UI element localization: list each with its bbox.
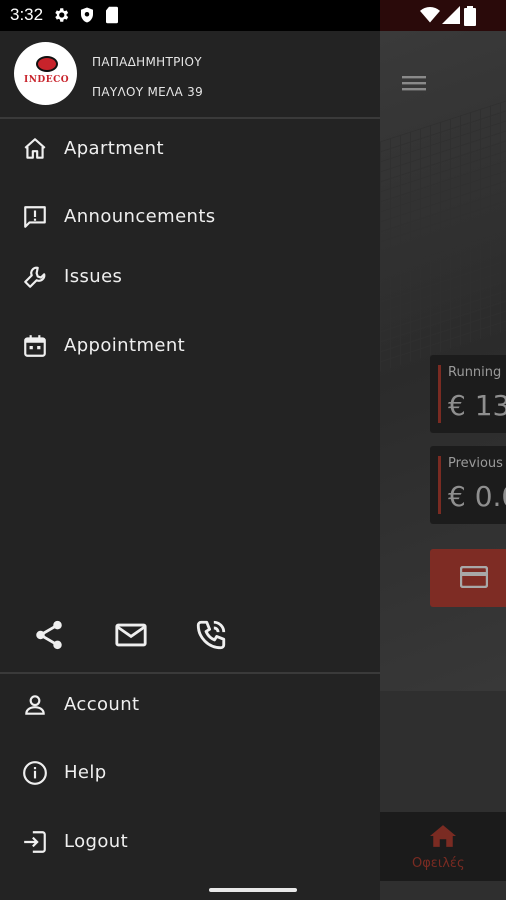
shield-icon (78, 6, 96, 24)
card-value: € 0.0 (448, 480, 506, 513)
share-icon[interactable] (32, 618, 66, 652)
navigation-drawer: INDECO ΠΑΠΑΔΗΜΗΤΡΙΟΥ ΠΑΥΛΟΥ ΜΕΛΑ 39 Apar… (0, 31, 380, 900)
divider (0, 672, 380, 674)
payment-button[interactable] (430, 549, 506, 607)
logo-text: INDECO (24, 75, 70, 85)
menu-icon[interactable] (402, 73, 428, 93)
drawer-header: INDECO ΠΑΠΑΔΗΜΗΤΡΙΟΥ ΠΑΥΛΟΥ ΜΕΛΑ 39 (0, 31, 380, 118)
signal-icon (442, 6, 460, 24)
menu-item-help[interactable]: Help (0, 752, 380, 796)
menu-item-account[interactable]: Account (0, 684, 380, 728)
wrench-icon (22, 264, 48, 290)
wifi-icon (420, 6, 440, 24)
bottom-nav[interactable]: Οφειλές (380, 812, 506, 881)
card-label: Running (448, 365, 502, 380)
menu-item-issues[interactable]: Issues (0, 256, 380, 300)
info-icon (22, 760, 48, 786)
menu-item-appointment[interactable]: Appointment (0, 325, 380, 369)
person-icon (22, 692, 48, 718)
calendar-icon (22, 333, 48, 359)
home-icon (430, 824, 456, 848)
mail-icon[interactable] (114, 618, 148, 652)
menu-item-label: Account (64, 694, 140, 715)
card-label: Previous (448, 456, 503, 471)
status-bar: 3:32 (0, 0, 506, 31)
card-value: € 13 (448, 389, 506, 422)
sim-card-icon (104, 6, 120, 24)
menu-item-logout[interactable]: Logout (0, 821, 380, 865)
running-balance-card: Running € 13 (430, 355, 506, 433)
menu-item-label: Help (64, 762, 107, 783)
menu-item-label: Issues (64, 266, 123, 287)
divider (0, 117, 380, 119)
previous-balance-card: Previous € 0.0 (430, 446, 506, 524)
menu-item-apartment[interactable]: Apartment (0, 128, 380, 172)
status-time: 3:32 (10, 5, 44, 24)
menu-item-label: Apartment (64, 138, 164, 159)
menu-item-label: Logout (64, 831, 129, 852)
menu-item-label: Announcements (64, 206, 216, 227)
home-indicator[interactable] (209, 888, 297, 892)
background-app: Running € 13 Previous € 0.0 Οφειλές (380, 31, 506, 900)
phone-call-icon[interactable] (194, 618, 228, 652)
company-logo: INDECO (14, 42, 77, 105)
home-icon (22, 136, 48, 162)
bottom-nav-label: Οφειλές (412, 856, 465, 871)
announcement-icon (22, 204, 48, 230)
settings-icon (52, 6, 70, 24)
credit-card-icon (460, 566, 488, 588)
owner-address: ΠΑΥΛΟΥ ΜΕΛΑ 39 (92, 85, 203, 99)
owner-name: ΠΑΠΑΔΗΜΗΤΡΙΟΥ (92, 55, 202, 69)
menu-item-label: Appointment (64, 335, 186, 356)
menu-item-announcements[interactable]: Announcements (0, 196, 380, 240)
battery-icon (464, 6, 476, 26)
logout-icon (22, 829, 48, 855)
